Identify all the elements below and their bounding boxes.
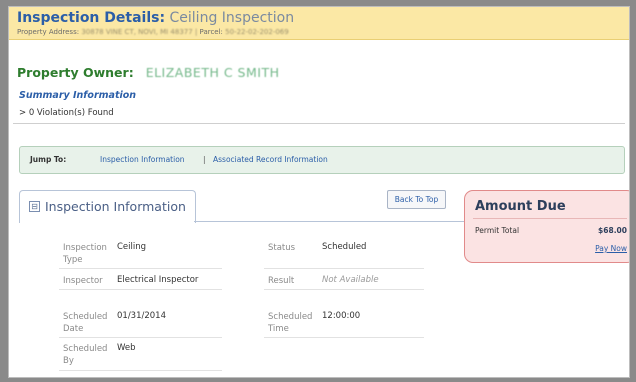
page-title: Inspection Details: Ceiling Inspection <box>17 10 294 26</box>
permit-total-label: Permit Total <box>475 226 520 235</box>
title-inspection-type: Ceiling Inspection <box>169 10 295 26</box>
address-value: 30878 VINE CT, NOVI, MI 48377 <box>81 28 193 36</box>
parcel-value: 50-22-02-202-069 <box>225 28 289 36</box>
inspector-value: Electrical Inspector <box>117 275 199 285</box>
scheduled-by-label: Scheduled By <box>63 344 108 366</box>
field-divider <box>264 268 424 269</box>
address-label: Property Address: <box>17 28 80 36</box>
tab-label: Inspection Information <box>45 199 186 214</box>
field-divider <box>59 268 222 269</box>
title-prefix: Inspection Details: <box>17 10 166 26</box>
owner-name: ELIZABETH C SMITH <box>145 65 280 80</box>
jump-to-label: Jump To: <box>30 155 67 164</box>
result-value: Not Available <box>322 275 379 285</box>
inspection-details-page: Inspection Details: Ceiling Inspection P… <box>8 6 630 378</box>
field-divider <box>264 289 424 290</box>
permit-total-value: $68.00 <box>598 226 627 235</box>
inspector-label: Inspector <box>63 276 103 286</box>
amount-due-title: Amount Due <box>475 199 566 214</box>
collapse-icon[interactable]: ⊟ <box>29 201 40 212</box>
result-label: Result <box>268 276 295 286</box>
parcel-label: Parcel: <box>199 28 223 36</box>
jump-link-associated-record-information[interactable]: Associated Record Information <box>213 155 328 164</box>
violations-count: > 0 Violation(s) Found <box>19 108 114 118</box>
inspection-type-value: Ceiling <box>117 242 147 252</box>
scheduled-time-label: Scheduled Time <box>268 312 313 334</box>
status-label: Status <box>268 243 296 253</box>
inspection-header: Inspection Details: Ceiling Inspection P… <box>9 7 629 40</box>
property-address-line: Property Address: 30878 VINE CT, NOVI, M… <box>17 28 289 36</box>
field-divider <box>264 337 424 338</box>
amount-due-box: Amount Due Permit Total $68.00 Pay Now <box>464 190 629 263</box>
pay-now-link[interactable]: Pay Now <box>595 244 627 253</box>
back-to-top-button[interactable]: Back To Top <box>387 190 446 209</box>
jump-to-bar: Jump To: Inspection Information | Associ… <box>19 146 625 174</box>
summary-heading: Summary Information <box>19 90 137 101</box>
status-value: Scheduled <box>322 242 367 252</box>
field-divider <box>59 337 222 338</box>
scheduled-by-value: Web <box>117 343 136 353</box>
inspection-type-label: Inspection Type <box>63 243 107 265</box>
jump-link-inspection-information[interactable]: Inspection Information <box>100 155 185 164</box>
section-divider <box>13 123 625 124</box>
tab-underline <box>194 221 464 222</box>
scheduled-date-label: Scheduled Date <box>63 312 108 334</box>
owner-label: Property Owner: <box>17 65 134 80</box>
field-divider <box>59 289 222 290</box>
amount-due-divider <box>473 218 627 219</box>
property-owner: Property Owner: ELIZABETH C SMITH <box>17 65 279 80</box>
scheduled-time-value: 12:00:00 <box>322 311 361 321</box>
jump-separator: | <box>203 155 206 164</box>
field-divider <box>59 370 222 371</box>
scheduled-date-value: 01/31/2014 <box>117 311 166 321</box>
tab-inspection-information[interactable]: ⊟ Inspection Information <box>19 190 196 223</box>
